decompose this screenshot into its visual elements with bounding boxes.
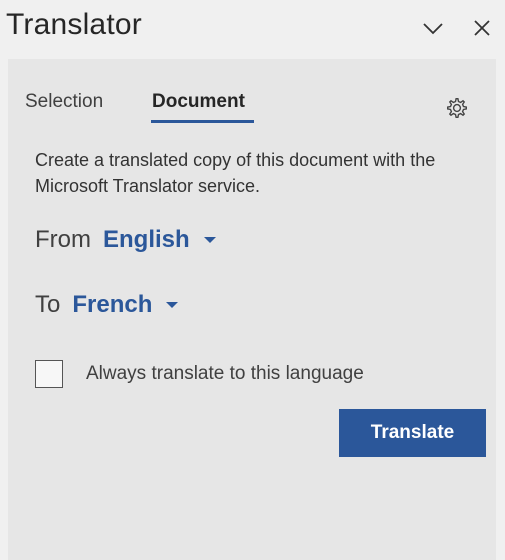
pane-header: Translator bbox=[0, 0, 505, 58]
to-language-row: To French bbox=[35, 288, 179, 322]
from-language-row: From English bbox=[35, 223, 216, 257]
to-language-value: French bbox=[72, 291, 153, 318]
close-button[interactable] bbox=[470, 16, 494, 40]
to-label: To bbox=[35, 291, 61, 318]
from-language-value: English bbox=[103, 226, 190, 253]
from-language-dropdown[interactable]: English bbox=[103, 226, 216, 254]
pane-content: Selection Document Create a translated c… bbox=[8, 59, 496, 560]
pane-title: Translator bbox=[6, 8, 142, 41]
translate-button[interactable]: Translate bbox=[339, 409, 486, 457]
always-translate-row: Always translate to this language bbox=[35, 358, 364, 390]
tab-document[interactable]: Document bbox=[152, 91, 245, 113]
always-translate-label[interactable]: Always translate to this language bbox=[86, 363, 364, 385]
caret-down-icon bbox=[166, 302, 179, 308]
gear-icon bbox=[447, 98, 468, 118]
close-icon bbox=[474, 20, 490, 36]
tab-bar: Selection Document bbox=[8, 59, 496, 129]
description-text: Create a translated copy of this documen… bbox=[35, 150, 436, 196]
tab-selection[interactable]: Selection bbox=[25, 91, 103, 113]
caret-down-icon bbox=[203, 237, 216, 243]
to-language-dropdown[interactable]: French bbox=[72, 291, 179, 319]
from-label: From bbox=[35, 226, 91, 253]
settings-button[interactable] bbox=[444, 95, 470, 121]
translator-pane: Translator Selection Document Create a t… bbox=[0, 0, 505, 560]
chevron-down-icon bbox=[423, 23, 443, 35]
collapse-button[interactable] bbox=[421, 16, 445, 40]
active-tab-indicator bbox=[151, 120, 254, 123]
always-translate-checkbox[interactable] bbox=[35, 360, 63, 388]
